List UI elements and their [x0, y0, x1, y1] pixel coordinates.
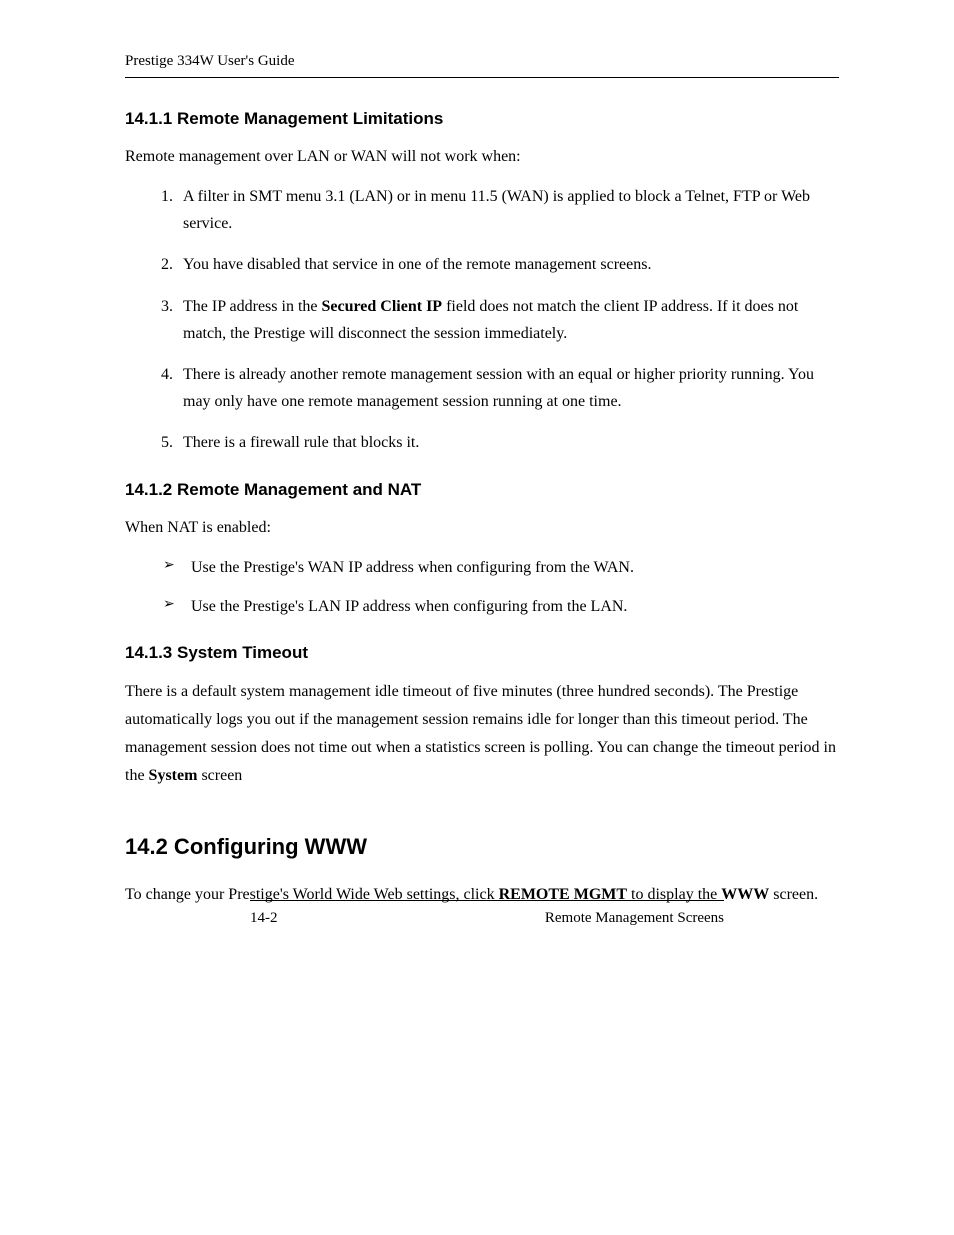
text: screen — [197, 767, 242, 784]
intro-14-1-2: When NAT is enabled: — [125, 514, 839, 542]
list-item: Use the Prestige's WAN IP address when c… — [163, 554, 839, 581]
text: screen. — [769, 886, 818, 903]
list-item: There is already another remote manageme… — [177, 361, 839, 415]
list-14-1-2: Use the Prestige's WAN IP address when c… — [125, 554, 839, 620]
list-item: A filter in SMT menu 3.1 (LAN) or in men… — [177, 183, 839, 237]
bold-text: WWW — [721, 886, 769, 903]
bold-text: Secured Client IP — [321, 298, 442, 315]
heading-14-1-3: 14.1.3 System Timeout — [125, 640, 839, 666]
list-14-1-1: A filter in SMT menu 3.1 (LAN) or in men… — [125, 183, 839, 457]
heading-14-1-1: 14.1.1 Remote Management Limitations — [125, 106, 839, 132]
intro-14-1-1: Remote management over LAN or WAN will n… — [125, 143, 839, 171]
list-item: Use the Prestige's LAN IP address when c… — [163, 593, 839, 620]
page-footer: 14-2 Remote Management Screens — [250, 900, 724, 930]
running-header: Prestige 334W User's Guide — [125, 50, 839, 78]
text: The IP address in the — [183, 298, 321, 315]
heading-14-1-2: 14.1.2 Remote Management and NAT — [125, 477, 839, 503]
paragraph-14-1-3: There is a default system management idl… — [125, 678, 839, 790]
footer-label: Remote Management Screens — [545, 907, 724, 930]
bold-text: System — [149, 767, 198, 784]
page: Prestige 334W User's Guide 14.1.1 Remote… — [125, 50, 839, 1150]
list-item: The IP address in the Secured Client IP … — [177, 293, 839, 347]
list-item: You have disabled that service in one of… — [177, 251, 839, 278]
list-item: There is a firewall rule that blocks it. — [177, 429, 839, 456]
heading-14-2: 14.2 Configuring WWW — [125, 830, 839, 863]
page-number: 14-2 — [250, 907, 278, 930]
